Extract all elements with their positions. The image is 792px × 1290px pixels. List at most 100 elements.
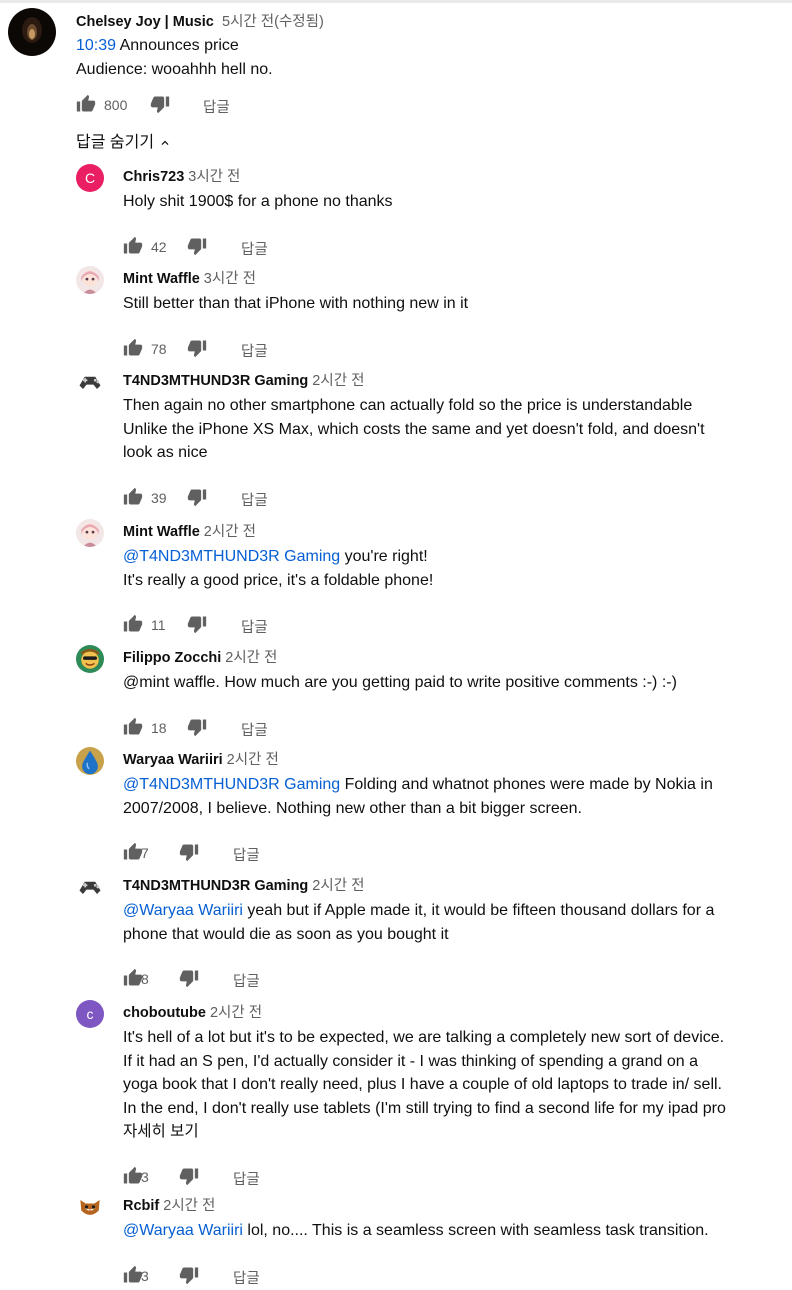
author-name[interactable]: Filippo Zocchi (123, 650, 221, 666)
comment-header: T4ND3MTHUND3R Gaming 2시간 전 (123, 874, 364, 895)
comment-time[interactable]: 2시간 전 (312, 373, 364, 389)
comment-header: Waryaa Wariiri 2시간 전 (123, 748, 279, 769)
mention-link[interactable]: @T4ND3MTHUND3R Gaming (123, 776, 340, 793)
like-button[interactable] (76, 94, 96, 119)
comment-header: Chris723 3시간 전 (123, 165, 240, 186)
like-count: 39 (151, 489, 167, 506)
like-count: 78 (151, 340, 167, 357)
dislike-button[interactable] (179, 1265, 199, 1290)
dislike-button[interactable] (179, 842, 199, 867)
author-name[interactable]: T4ND3MTHUND3R Gaming (123, 373, 308, 389)
like-button[interactable] (123, 1265, 143, 1290)
avatar[interactable]: c (76, 1000, 104, 1028)
thumbs-down-icon (179, 1267, 199, 1284)
comment-actions: 39 답글 (123, 487, 423, 511)
dislike-button[interactable] (187, 717, 207, 742)
like-count: 3 (141, 1168, 149, 1185)
comment-time[interactable]: 5시간 전(수정됨) (222, 14, 324, 30)
dislike-button[interactable] (187, 236, 207, 261)
comment-text: @T4ND3MTHUND3R Gaming Folding and whatno… (123, 776, 713, 817)
thumbs-up-icon (123, 338, 143, 355)
avatar[interactable] (76, 266, 104, 294)
comment-text: It's hell of a lot but it's to be expect… (123, 1026, 726, 1144)
reply-button[interactable]: 답글 (233, 1168, 260, 1189)
reply-button[interactable]: 답글 (233, 970, 260, 991)
avatar[interactable] (8, 8, 56, 56)
author-name[interactable]: Waryaa Wariiri (123, 752, 223, 768)
thumbs-down-icon (187, 719, 207, 736)
mention-link[interactable]: @T4ND3MTHUND3R Gaming (123, 548, 340, 565)
author-name[interactable]: Mint Waffle (123, 524, 200, 540)
reply-button[interactable]: 답글 (233, 1267, 260, 1288)
like-button[interactable] (123, 487, 143, 512)
thumbs-down-icon (179, 844, 199, 862)
reply-button[interactable]: 답글 (241, 238, 268, 259)
like-button[interactable] (123, 236, 143, 261)
avatar[interactable] (76, 1193, 104, 1221)
anime-girl-avatar-icon (76, 266, 104, 294)
dislike-button[interactable] (187, 487, 207, 512)
like-button[interactable] (123, 614, 143, 639)
like-button[interactable] (123, 717, 143, 742)
thumbs-up-icon (123, 236, 143, 253)
author-name[interactable]: Chris723 (123, 169, 184, 185)
comment-time[interactable]: 3시간 전 (188, 169, 240, 185)
thumbs-down-icon (179, 1168, 199, 1185)
mention-link[interactable]: @Waryaa Wariiri (123, 902, 243, 919)
hide-replies-button[interactable]: 답글 숨기기 (76, 128, 172, 152)
dislike-button[interactable] (187, 614, 207, 639)
dark-portrait-avatar-icon (8, 8, 56, 56)
comment-text: Holy shit 1900$ for a phone no thanks (123, 193, 393, 210)
comment-actions: 18 답글 (123, 717, 423, 741)
reply-button[interactable]: 답글 (203, 96, 230, 117)
dislike-button[interactable] (179, 968, 199, 993)
comment-actions: 8 답글 (123, 968, 423, 992)
timestamp-link[interactable]: 10:39 (76, 37, 116, 54)
comment-time[interactable]: 2시간 전 (204, 524, 256, 540)
comment-time[interactable]: 3시간 전 (204, 271, 256, 287)
comment-header: choboutube 2시간 전 (123, 1001, 262, 1022)
thumbs-down-icon (187, 340, 207, 357)
mention-link[interactable]: @Waryaa Wariiri (123, 1222, 243, 1239)
reply-button[interactable]: 답글 (241, 340, 268, 361)
avatar[interactable] (76, 368, 104, 396)
avatar[interactable] (76, 519, 104, 547)
like-button[interactable] (123, 1166, 143, 1191)
comment-time[interactable]: 2시간 전 (163, 1198, 215, 1214)
like-button[interactable] (123, 338, 143, 363)
comment-time[interactable]: 2시간 전 (312, 878, 364, 894)
avatar[interactable] (76, 645, 104, 673)
avatar[interactable]: C (76, 164, 104, 192)
author-name[interactable]: choboutube (123, 1005, 206, 1021)
comment-time[interactable]: 2시간 전 (225, 650, 277, 666)
dislike-button[interactable] (187, 338, 207, 363)
like-button[interactable] (123, 842, 143, 867)
reply-button[interactable]: 답글 (241, 489, 268, 510)
dislike-button[interactable] (179, 1166, 199, 1191)
like-count: 3 (141, 1267, 149, 1284)
comment-actions: 3 답글 (123, 1265, 423, 1289)
dislike-button[interactable] (150, 94, 170, 119)
author-name[interactable]: Chelsey Joy | Music (76, 14, 214, 30)
avatar[interactable] (76, 873, 104, 901)
read-more-button[interactable]: 자세히 보기 (123, 1120, 726, 1144)
author-name[interactable]: T4ND3MTHUND3R Gaming (123, 878, 308, 894)
thumbs-down-icon (187, 489, 207, 506)
like-button[interactable] (123, 968, 143, 993)
author-name[interactable]: Rcbif (123, 1198, 159, 1214)
author-name[interactable]: Mint Waffle (123, 271, 200, 287)
comment-time[interactable]: 2시간 전 (227, 752, 279, 768)
thumbs-up-icon (123, 842, 143, 860)
reply-button[interactable]: 답글 (241, 616, 268, 637)
game-controller-avatar-icon (76, 873, 104, 901)
reply-button[interactable]: 답글 (233, 844, 260, 865)
comment-actions: 3 답글 (123, 1166, 423, 1190)
avatar[interactable] (76, 747, 104, 775)
comment-text: Still better than that iPhone with nothi… (123, 295, 469, 312)
comment-time[interactable]: 2시간 전 (210, 1005, 262, 1021)
thumbs-up-icon (123, 1265, 143, 1282)
like-count: 8 (141, 971, 149, 987)
thumbs-up-icon (123, 614, 143, 632)
game-controller-avatar-icon (76, 368, 104, 396)
reply-button[interactable]: 답글 (241, 719, 268, 740)
